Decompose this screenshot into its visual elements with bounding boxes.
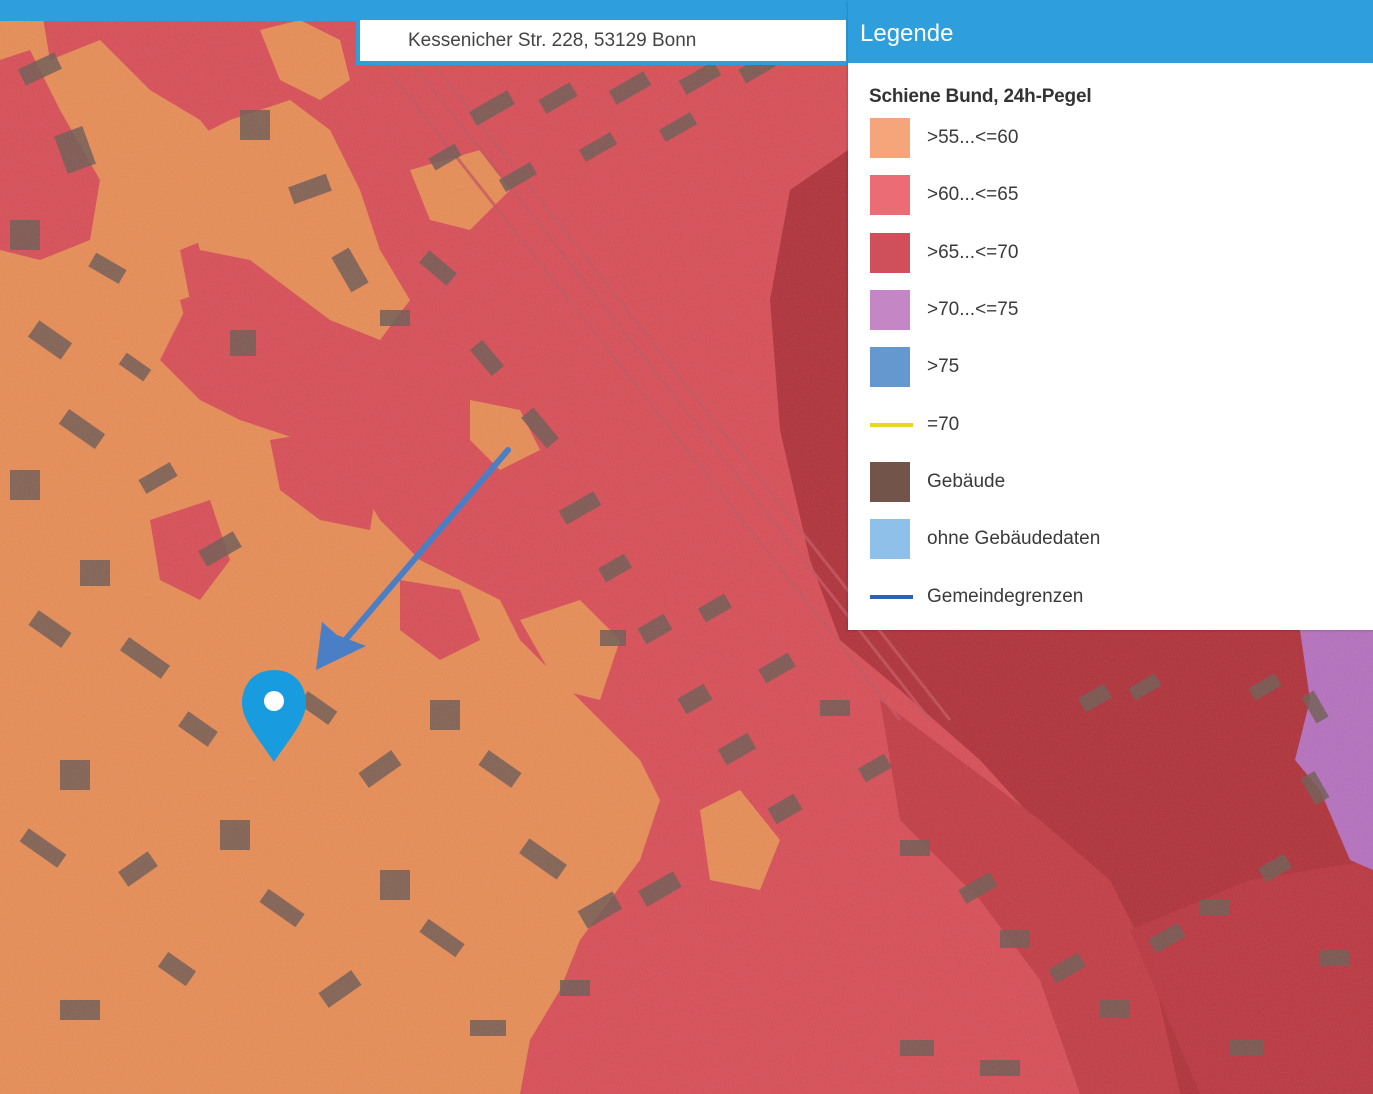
legend-panel: Legende Schiene Bund, 24h-Pegel >55...<=… (848, 0, 1373, 630)
legend-swatch (870, 519, 910, 559)
legend-item-no-building-data: ohne Gebäudedaten (870, 519, 1100, 559)
legend-swatch (870, 290, 910, 330)
address-search (356, 16, 848, 65)
legend-label: >65...<=70 (927, 242, 1019, 263)
legend-label: Gebäude (927, 471, 1006, 492)
map-application: Legende Schiene Bund, 24h-Pegel >55...<=… (0, 0, 1373, 1094)
legend-subtitle: Schiene Bund, 24h-Pegel (869, 86, 1092, 107)
legend-line-swatch (870, 577, 913, 617)
legend-item-municipal-borders: Gemeindegrenzen (870, 577, 1083, 617)
legend-label: >70...<=75 (927, 299, 1019, 320)
legend-label: =70 (927, 414, 960, 435)
legend-title[interactable]: Legende (848, 0, 1373, 63)
legend-item-60-65: >60...<=65 (870, 175, 1018, 215)
legend-label: ohne Gebäudedaten (927, 528, 1101, 549)
legend-item-isoline-70: =70 (870, 405, 959, 445)
legend-label: >75 (927, 356, 960, 377)
legend-swatch (870, 175, 910, 215)
legend-swatch (870, 462, 910, 502)
legend-label: >55...<=60 (927, 127, 1019, 148)
legend-item-buildings: Gebäude (870, 462, 1005, 502)
legend-item-over-75: >75 (870, 347, 959, 387)
legend-label: >60...<=65 (927, 184, 1019, 205)
legend-swatch (870, 118, 910, 158)
legend-label: Gemeindegrenzen (927, 586, 1084, 607)
legend-swatch (870, 347, 910, 387)
legend-item-70-75: >70...<=75 (870, 290, 1018, 330)
legend-line-swatch (870, 405, 913, 445)
legend-item-55-60: >55...<=60 (870, 118, 1018, 158)
address-search-input[interactable] (360, 20, 846, 61)
legend-swatch (870, 233, 910, 273)
legend-item-65-70: >65...<=70 (870, 233, 1018, 273)
